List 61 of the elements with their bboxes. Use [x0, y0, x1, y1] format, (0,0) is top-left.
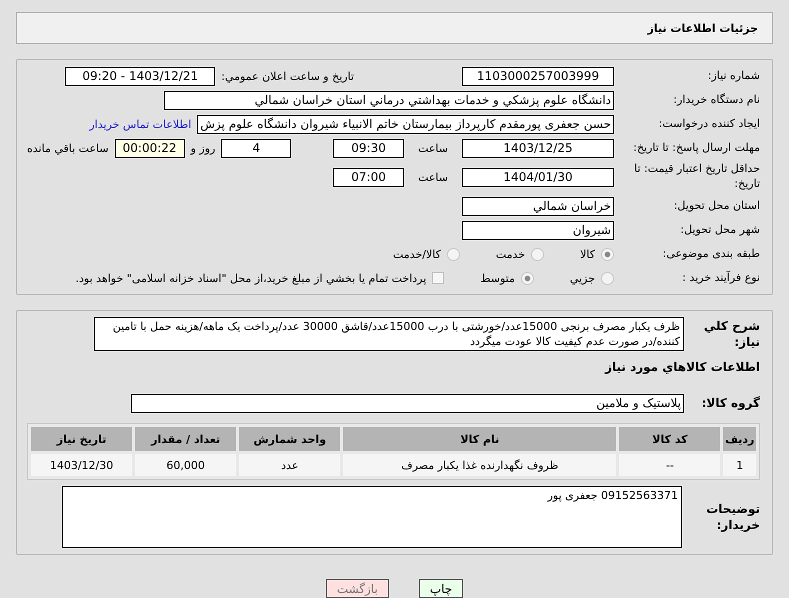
field-label: مهلت ارسال پاسخ: تا تاريخ: [632, 140, 760, 156]
field-label: شرح کلي نياز: [702, 318, 760, 350]
date-field: 1404/01/30 [462, 168, 614, 187]
field-label: ايجاد کننده درخواست: [658, 116, 760, 132]
field-label: گروه کالا: [700, 394, 760, 412]
time-field: 09:30 [333, 138, 404, 158]
page-title: جزئیات اطلاعات نیاز [16, 12, 773, 44]
announce-date-field: 1403/12/21 - 09:20 [65, 66, 216, 86]
field-label: شماره نیاز: [706, 68, 760, 84]
table-cell: 1 [723, 454, 756, 476]
column-header: نام کالا [343, 427, 616, 451]
checkbox[interactable] [432, 272, 444, 284]
radio-button[interactable] [601, 248, 614, 260]
option-label: کالا/خدمت [393, 248, 441, 260]
countdown-field: 00:00:22 [114, 138, 185, 158]
field-label: نام دستگاه خريدار: [672, 92, 760, 108]
column-header: کد کالا [619, 427, 720, 451]
option-label: جزيي [570, 272, 595, 284]
field-label: شهر محل تحويل: [679, 222, 760, 238]
table-cell: ظروف نگهدارنده غذا یکبار مصرف [343, 454, 616, 476]
section-heading: اطلاعات کالاهاي مورد نياز [605, 358, 760, 376]
table-cell: عدد [239, 454, 340, 476]
column-header: رديف [723, 427, 756, 451]
table-cell: 60,000 [135, 454, 236, 476]
radio-button[interactable] [531, 248, 544, 260]
column-header: تعداد / مقدار [135, 427, 236, 451]
field-label: تاریخ و ساعت اعلان عمومي: [221, 70, 354, 83]
description-field: ظرف یکبار مصرف برنجی 15000عدد/خورشتی با درب 15000عدد/قاشق 30000 عدد/پرداخت یک ماهه/هزینه حمل با تامین کننده/در صورت عدم کیفیت کالا عودت میگردد [94, 317, 684, 351]
field-label: ساعت [418, 142, 448, 155]
radio-button[interactable] [446, 248, 460, 260]
field-label: روز و [190, 142, 216, 155]
radio-button[interactable] [520, 272, 534, 284]
requester-field: حسن جعفری پورمقدم کارپرداز بیمارستان خاتم الانبیاء شیروان دانشگاه علوم پزش [197, 114, 614, 134]
field-label: ساعت باقي مانده [27, 142, 109, 155]
table-cell: -- [619, 454, 720, 476]
radio-button[interactable] [601, 272, 614, 284]
buyer-contact-link[interactable]: اطلاعات تماس خريدار [89, 118, 192, 131]
payment-note: پرداخت تمام يا بخشي از مبلغ خريد،از محل "اسناد خزانه اسلامی" خواهد بود. [76, 272, 426, 284]
field-label: ساعت [418, 170, 448, 184]
field-label: طبقه بندی موضوعی: [662, 246, 760, 262]
field-label: توضيحات خريدار: [705, 500, 760, 534]
field-label: نوع فرآيند خريد : [681, 270, 760, 286]
city-field: شيروان [462, 220, 614, 240]
field-label: استان محل تحويل: [672, 198, 760, 214]
buyer-org-field: دانشگاه علوم پزشکي و خدمات بهداشتي درماني استان خراسان شمالي [164, 90, 614, 110]
option-label: خدمت [496, 248, 526, 260]
time-field: 07:00 [333, 168, 404, 187]
column-header: واحد شمارش [239, 427, 340, 451]
days-field: 4 [221, 138, 292, 158]
column-header: تاريخ نياز [31, 427, 132, 451]
table-cell: 1403/12/30 [31, 454, 132, 476]
print-button[interactable]: چاپ [418, 579, 464, 598]
field-label: حداقل تاريخ اعتبار قيمت: تا تاريخ: [633, 162, 760, 192]
province-field: خراسان شمالي [462, 196, 614, 216]
goods-group-field: پلاستيک و ملامين [131, 394, 684, 412]
option-label: متوسط [480, 272, 515, 284]
date-field: 1403/12/25 [462, 138, 614, 158]
buyer-notes-field: 09152563371 جعفری پور [62, 486, 682, 548]
need-number-field: 1103000257003999 [462, 66, 614, 86]
back-button[interactable]: بازگشت [326, 579, 389, 598]
option-label: کالا [580, 248, 595, 260]
